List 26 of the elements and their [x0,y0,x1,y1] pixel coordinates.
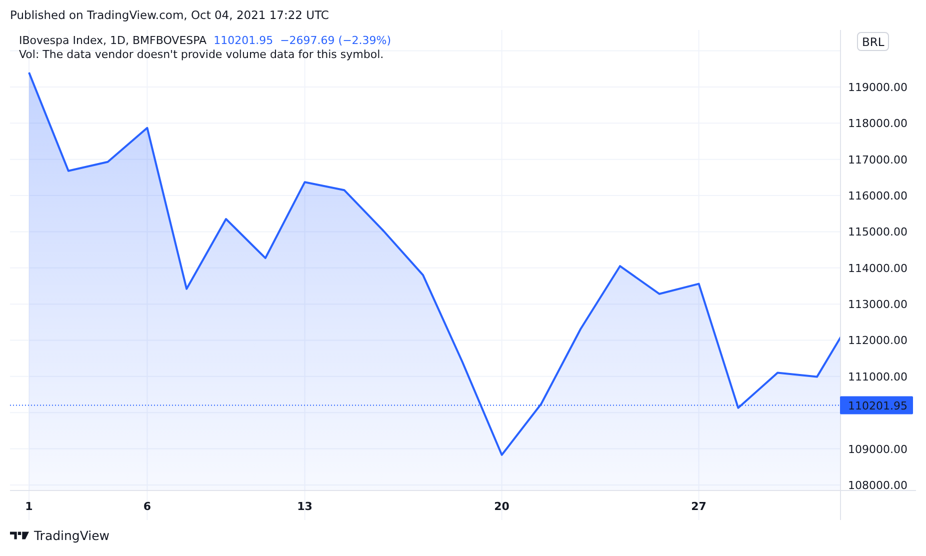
last-price: 110201.95 [214,34,274,47]
price-axis-label: 118000.00 [848,117,908,130]
price-axis-label: 117000.00 [848,153,908,166]
price-change: −2697.69 (−2.39%) [280,34,392,47]
published-caption: Published on TradingView.com, Oct 04, 2021 17:22 UTC [10,8,329,22]
price-axis-label: 119000.00 [848,80,908,94]
date-axis-label: 13 [297,500,312,513]
date-axis-label: 6 [143,500,152,513]
volume-note: Vol: The data vendor doesn't provide volume data for this symbol. [19,48,384,61]
price-axis-label: 113000.00 [848,298,908,312]
date-axis-label: 27 [691,500,706,513]
date-axis-label: 20 [494,500,510,513]
price-axis-label: 115000.00 [848,226,908,239]
price-axis-label: 112000.00 [848,334,908,348]
price-axis-label: 111000.00 [848,370,908,384]
date-axis-label: 1 [25,500,33,513]
symbol-title: IBovespa Index, 1D, BMFBOVESPA [19,34,207,47]
price-axis-label: 108000.00 [848,478,908,492]
currency-button[interactable]: BRL [857,32,890,51]
brand-name: TradingView [34,528,110,543]
logo-icon [10,531,29,540]
price-axis-label: 109000.00 [848,442,908,456]
ref-line-label: 110201.95 [848,399,908,412]
price-axis-label: 114000.00 [848,262,908,275]
price-axis-label: 116000.00 [848,190,908,203]
last-price-tag: 110201.95 [840,396,913,414]
